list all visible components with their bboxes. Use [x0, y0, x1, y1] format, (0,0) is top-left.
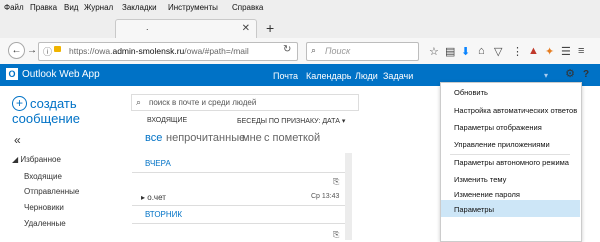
menu-separator	[450, 154, 570, 155]
menu-item-auto-replies[interactable]: Настройка автоматических ответов	[454, 106, 577, 115]
divider	[132, 205, 345, 206]
collapse-pane-icon[interactable]: «	[14, 133, 21, 147]
folder-inbox[interactable]: Входящие	[24, 172, 62, 181]
browser-tab[interactable]: . ✕	[115, 19, 257, 39]
menu-item-options[interactable]: Параметры	[454, 205, 494, 214]
reader-list-icon[interactable]: ▤	[445, 45, 455, 58]
pocket-icon[interactable]: ▽	[494, 45, 502, 58]
new-mail-label-1: создать	[30, 96, 77, 111]
extension-icon[interactable]: ▲	[528, 45, 539, 57]
menu-item-manage-apps[interactable]: Управление приложениями	[454, 140, 550, 149]
address-bar[interactable]: ⓘ https://owa.admin-smolensk.ru/owa/#pat…	[38, 42, 298, 61]
filter-unread[interactable]: непрочитанные	[166, 132, 245, 144]
menu-icon[interactable]: ≡	[578, 45, 584, 57]
divider	[132, 223, 345, 224]
nav-tasks[interactable]: Задачи	[383, 71, 413, 81]
menu-history[interactable]: Журнал	[84, 3, 113, 12]
mail-search-input[interactable]: ⌕ поиск в почте и среди людей	[131, 94, 359, 111]
menu-item-offline-settings[interactable]: Параметры автономного режима	[454, 158, 569, 167]
menu-file[interactable]: Файл	[4, 3, 24, 12]
home-icon[interactable]: ⌂	[478, 45, 485, 57]
nav-mail[interactable]: Почта	[273, 71, 298, 81]
folder-sent[interactable]: Отправленные	[24, 187, 79, 196]
close-tab-icon[interactable]: ✕	[242, 23, 250, 34]
folder-title: ВХОДЯЩИЕ	[147, 117, 188, 124]
group-header: ВЧЕРА	[145, 159, 171, 168]
menu-item-display-settings[interactable]: Параметры отображения	[454, 123, 542, 132]
tab-strip	[0, 17, 600, 38]
menu-item-change-password[interactable]: Изменение пароля	[454, 190, 520, 199]
sidebar-icon[interactable]: ☰	[561, 45, 571, 58]
address-url: https://owa.admin-smolensk.ru/owa/#path=…	[69, 46, 249, 56]
download-icon[interactable]: ⬇	[461, 45, 470, 58]
menu-edit[interactable]: Правка	[30, 3, 57, 12]
menu-item-change-theme[interactable]: Изменить тему	[454, 175, 506, 184]
nav-people[interactable]: Люди	[355, 71, 378, 81]
attachment-icon: ⎘	[333, 230, 340, 239]
search-icon: ⌕	[311, 45, 317, 55]
gear-icon[interactable]: ⚙	[563, 66, 577, 82]
addon-icon[interactable]: ⋮	[512, 45, 523, 58]
menu-bookmarks[interactable]: Закладки	[122, 3, 157, 12]
filter-to-me[interactable]: мне	[242, 132, 262, 144]
favorites-header[interactable]: ◢ Избранное	[12, 155, 61, 164]
reload-icon[interactable]: ↻	[283, 44, 291, 55]
message-row[interactable]: ▸ о.чет	[141, 193, 166, 202]
info-icon[interactable]: ⓘ	[43, 45, 52, 58]
nav-calendar[interactable]: Календарь	[306, 71, 351, 81]
new-mail-button[interactable]: + создать сообщение	[12, 96, 80, 126]
bookmark-star-icon[interactable]: ☆	[429, 45, 439, 58]
list-scrollbar[interactable]	[345, 153, 352, 240]
search-icon: ⌕	[136, 97, 142, 107]
browser-search-input[interactable]: ⌕ Поиск	[306, 42, 419, 61]
browser-menubar: Файл Правка Вид Журнал Закладки Инструме…	[0, 0, 600, 17]
sync-icon[interactable]: ✦	[545, 45, 554, 58]
user-dropdown-icon[interactable]: ▾	[544, 71, 548, 80]
app-title: Outlook Web App	[22, 69, 100, 80]
filter-all[interactable]: все	[145, 132, 162, 144]
group-header: ВТОРНИК	[145, 210, 183, 219]
filter-flagged[interactable]: с пометкой	[264, 132, 320, 144]
menu-item-refresh[interactable]: Обновить	[454, 88, 488, 97]
menu-tools[interactable]: Инструменты	[168, 3, 218, 12]
plus-icon: +	[12, 96, 27, 111]
folder-drafts[interactable]: Черновики	[24, 203, 64, 212]
browser-search-placeholder: Поиск	[325, 46, 351, 56]
attachment-icon: ⎘	[333, 177, 340, 186]
lock-icon	[54, 46, 61, 52]
new-mail-label-2: сообщение	[12, 111, 81, 126]
outlook-logo-icon: O	[6, 68, 18, 80]
menu-help[interactable]: Справка	[232, 3, 263, 12]
message-time: Ср 13:43	[311, 193, 340, 200]
forward-icon[interactable]: →	[27, 45, 37, 56]
folder-deleted[interactable]: Удаленные	[24, 219, 66, 228]
tab-title: .	[146, 22, 149, 32]
divider	[132, 172, 345, 173]
new-tab-icon[interactable]: +	[266, 20, 274, 36]
sort-dropdown[interactable]: БЕСЕДЫ ПО ПРИЗНАКУ: ДАТА ▾	[237, 117, 345, 125]
menu-view[interactable]: Вид	[64, 3, 78, 12]
mail-search-placeholder: поиск в почте и среди людей	[149, 98, 257, 107]
help-icon[interactable]: ?	[583, 69, 589, 80]
back-icon[interactable]: ←	[8, 42, 25, 59]
